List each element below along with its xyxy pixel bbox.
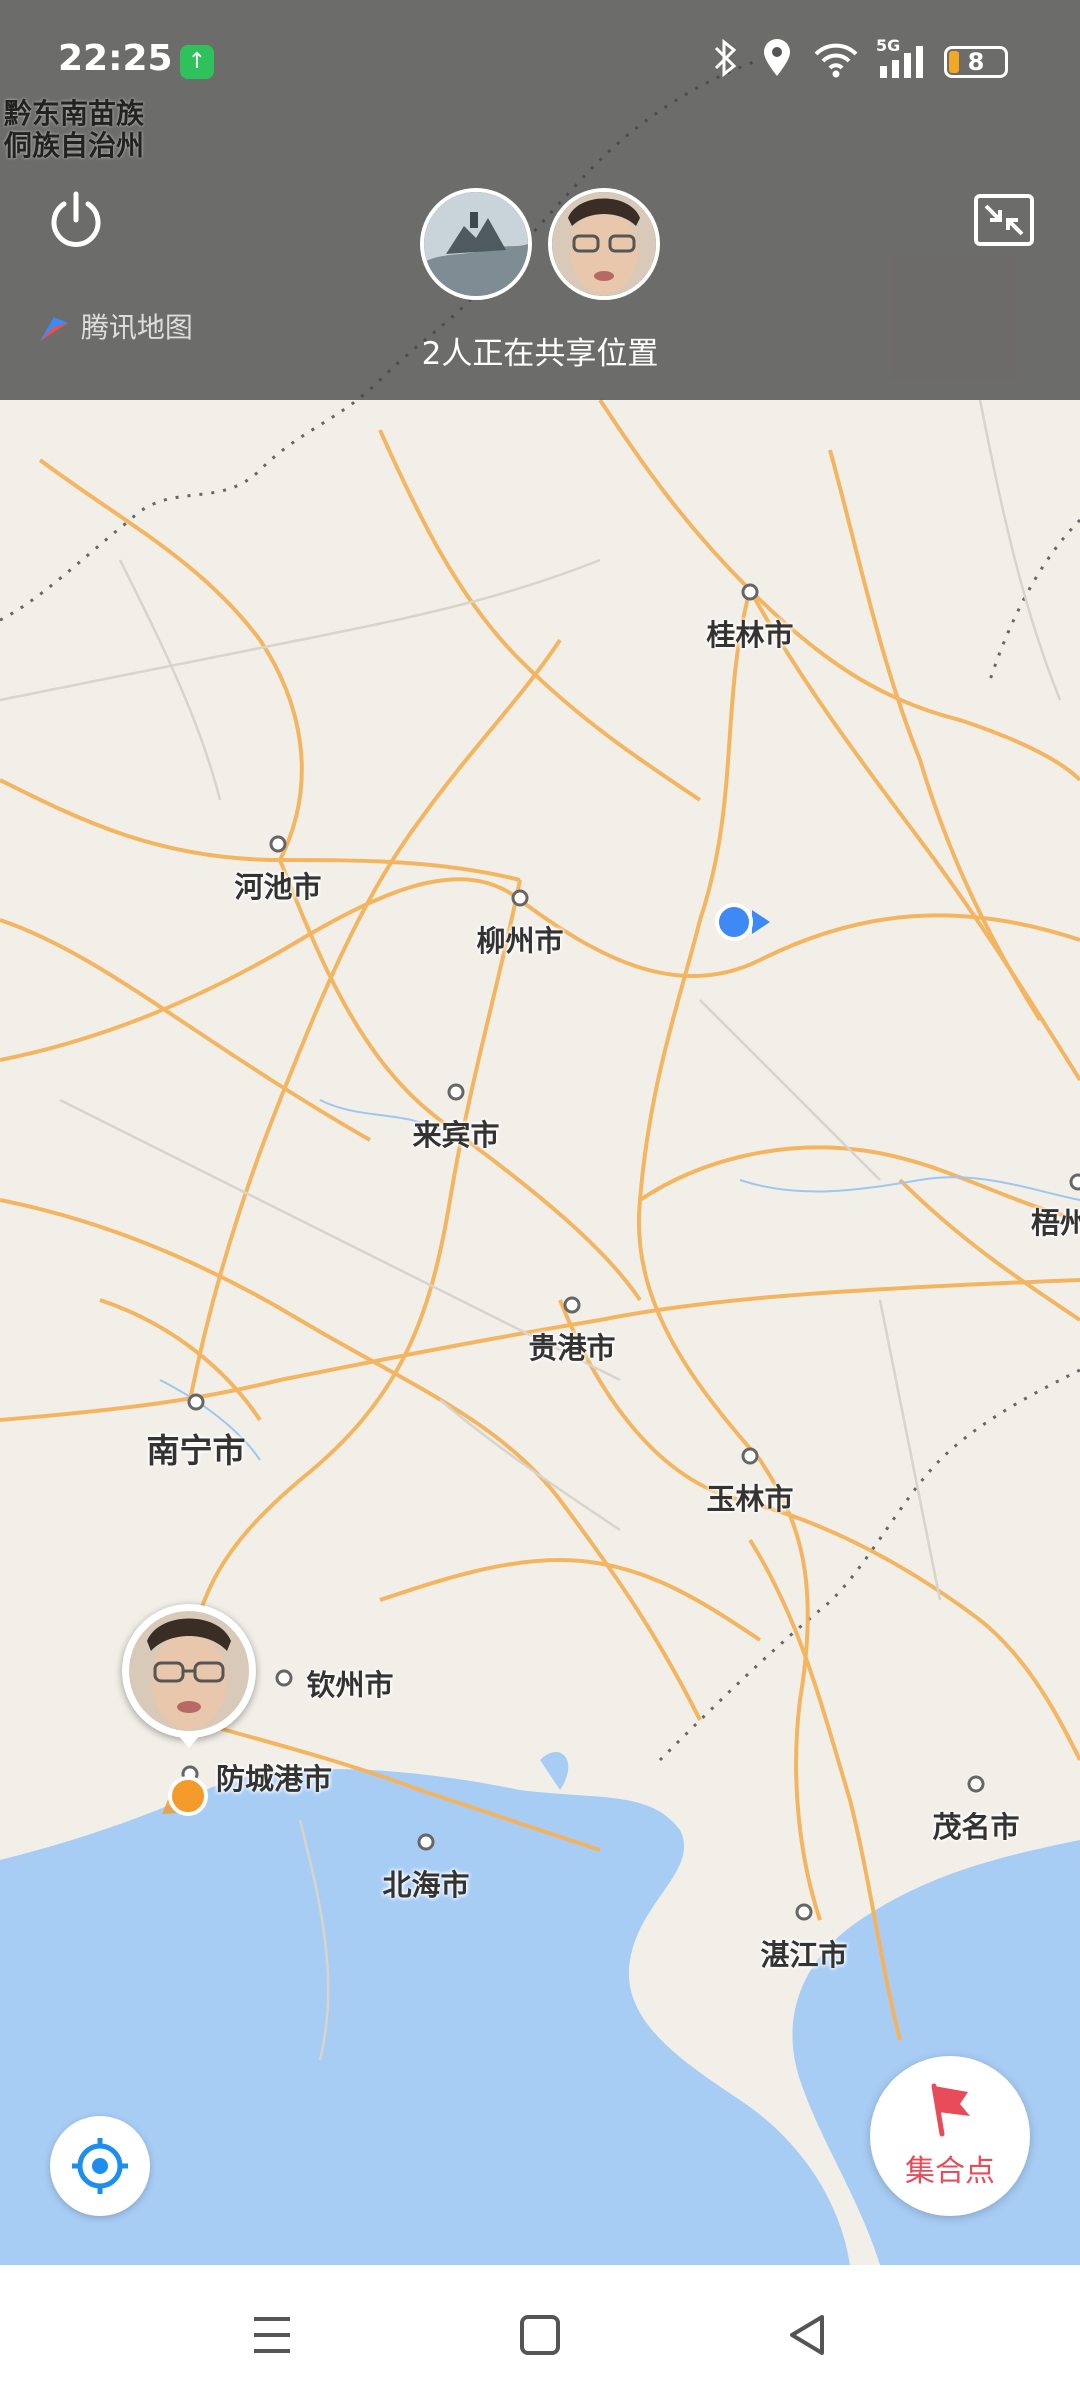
- city-label-fangchenggang: 防城港市: [215, 1762, 333, 1796]
- location-icon: [760, 38, 794, 86]
- signal-icon: [878, 44, 930, 88]
- city-label-wuzhou: 梧州: [1030, 1206, 1080, 1240]
- nav-back-button[interactable]: [768, 2295, 848, 2375]
- nav-home-button[interactable]: [500, 2295, 580, 2375]
- bluetooth-icon: [708, 38, 744, 86]
- sharer-avatar-2[interactable]: [548, 188, 660, 300]
- city-label-zhanjiang: 湛江市: [760, 1938, 848, 1972]
- my-location-button[interactable]: [50, 2116, 150, 2216]
- battery-level: 8: [967, 48, 985, 76]
- city-label-yulin: 玉林市: [706, 1482, 794, 1516]
- city-label-beihai: 北海市: [382, 1868, 470, 1902]
- nav-menu-button[interactable]: [232, 2295, 312, 2375]
- home-icon: [520, 2315, 560, 2355]
- upload-icon: ↑: [180, 45, 214, 79]
- power-icon: [51, 191, 101, 247]
- system-navigation-bar: [0, 2265, 1080, 2400]
- collapse-icon: [974, 194, 1034, 246]
- city-label-qinzhou: 钦州市: [306, 1668, 394, 1702]
- status-time: 22:25: [58, 38, 173, 79]
- back-icon: [790, 2315, 824, 2355]
- city-label-liuzhou: 柳州市: [476, 924, 564, 958]
- rally-point-label: 集合点: [905, 2154, 995, 2189]
- city-label-guigang: 贵港市: [528, 1331, 616, 1365]
- locate-icon: [72, 2138, 128, 2194]
- region-label: 黔东南苗族 侗族自治州: [4, 98, 144, 162]
- region-label-line2: 侗族自治州: [4, 129, 145, 162]
- share-overlay-panel: 22:25 ↑ 5G 8 黔东南苗族 侗族自治州 腾讯地图 2人正在共享位置: [0, 0, 1080, 400]
- wifi-icon: [812, 40, 860, 86]
- city-label-nanning: 南宁市: [146, 1431, 246, 1470]
- city-label-guilin: 桂林市: [706, 618, 794, 652]
- battery-icon: 8: [944, 46, 1008, 78]
- city-label-laibin: 来宾市: [412, 1118, 500, 1152]
- share-status-text: 2人正在共享位置: [421, 336, 659, 372]
- sharer-avatar-1[interactable]: [420, 188, 532, 300]
- region-label-line1: 黔东南苗族: [4, 97, 145, 130]
- flag-icon: [931, 2083, 970, 2137]
- city-label-maoming: 茂名市: [932, 1810, 1020, 1844]
- power-button[interactable]: [44, 188, 108, 252]
- peer-avatar: [129, 1611, 249, 1731]
- minimize-button[interactable]: [972, 192, 1036, 248]
- rally-point-button[interactable]: 集合点: [870, 2056, 1030, 2216]
- menu-icon: [254, 2317, 290, 2353]
- peer-avatar-marker[interactable]: [122, 1604, 256, 1748]
- city-label-hechi: 河池市: [234, 870, 322, 904]
